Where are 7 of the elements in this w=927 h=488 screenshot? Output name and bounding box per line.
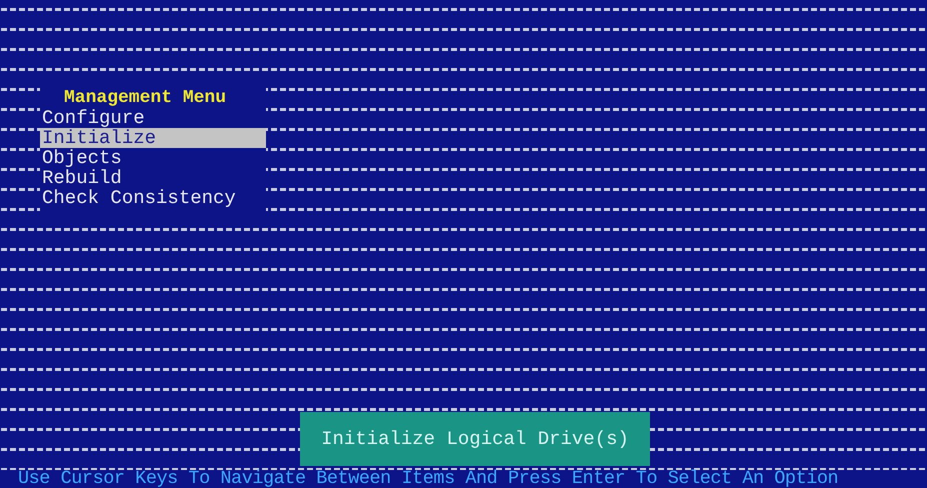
menu-title: Management Menu [63,88,228,108]
menu-item[interactable]: Objects [40,148,266,168]
menu-item[interactable]: Configure [40,108,266,128]
menu-item[interactable]: Check Consistency [40,188,266,208]
menu-item[interactable]: Rebuild [40,168,266,188]
menu-item[interactable]: Initialize [40,128,266,148]
status-text: Initialize Logical Drive(s) [321,428,629,450]
